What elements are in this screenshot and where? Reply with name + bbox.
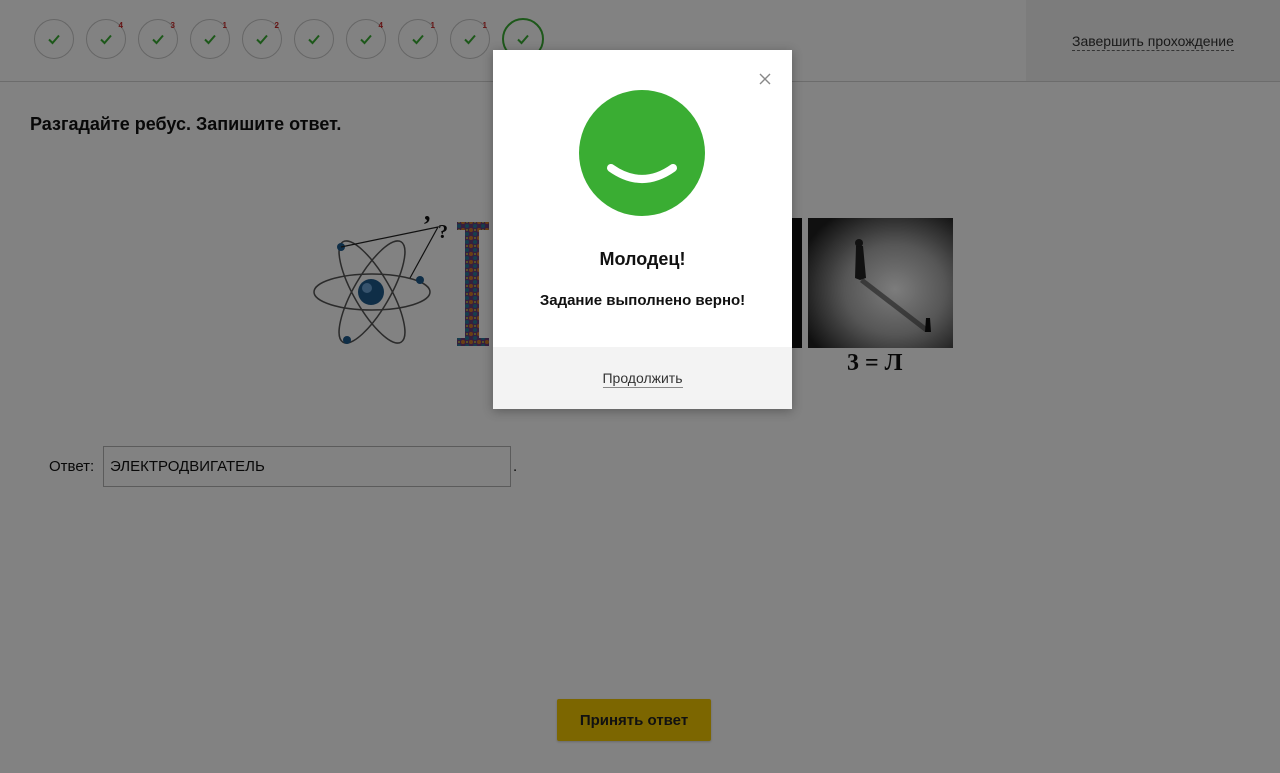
modal-message: Задание выполнено верно! [539,292,746,309]
continue-link[interactable]: Продолжить [602,370,683,388]
modal-title: Молодец! [599,249,686,269]
success-modal: Молодец! Задание выполнено верно! Продол… [493,50,792,409]
smiley-icon [579,90,705,216]
modal-footer: Продолжить [493,347,792,409]
close-icon[interactable] [758,72,772,86]
